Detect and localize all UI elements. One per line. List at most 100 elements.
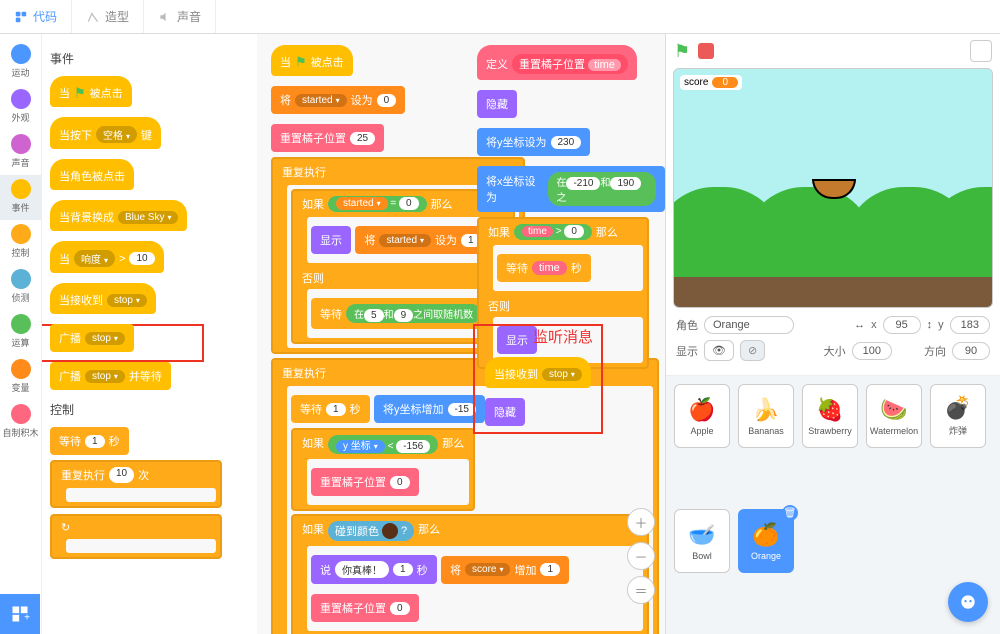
threshold-input[interactable]: 10 <box>129 252 154 265</box>
category-myblocks[interactable]: 自制积木 <box>0 400 41 445</box>
category-events[interactable]: 事件 <box>0 175 41 220</box>
block-repeat[interactable]: 重复执行10次 <box>50 460 222 508</box>
xy-icon: ↔ <box>854 319 865 331</box>
backdrop-dropdown[interactable]: Blue Sky <box>118 211 178 224</box>
zoom-in-button[interactable]: ＋ <box>627 508 655 536</box>
script-forever-2[interactable]: 重复执行 等待1秒 将y坐标增加-15 如果 y 坐标 < -156 那么 重置… <box>271 358 659 634</box>
sprite-thumb-bananas[interactable]: 🍌Bananas <box>738 384 794 448</box>
key-dropdown[interactable]: 空格 <box>96 126 137 143</box>
sound-dot-icon <box>11 134 31 154</box>
category-label: 外观 <box>0 111 41 124</box>
sensor-dropdown[interactable]: 响度 <box>74 250 115 267</box>
message-dropdown[interactable]: stop <box>107 294 147 307</box>
stage-variable-score[interactable]: score 0 <box>680 75 742 90</box>
block-when-backdrop-switches[interactable]: 当背景换成Blue Sky <box>50 200 187 231</box>
script-say[interactable]: 说你真棒！1秒 <box>311 555 437 584</box>
block-when-key-pressed[interactable]: 当按下空格键 <box>50 117 161 149</box>
broadcast-wait-msg-dropdown[interactable]: stop <box>85 370 125 383</box>
color-swatch[interactable] <box>382 523 398 539</box>
repeat-times-input[interactable]: 10 <box>109 467 134 483</box>
script-show-define[interactable]: 显示 <box>497 326 537 354</box>
sprite-size-field[interactable]: 100 <box>852 342 892 360</box>
script-change-score[interactable]: 将score增加1 <box>441 556 569 584</box>
script-set-started-0[interactable]: 将started设为0 <box>271 86 405 114</box>
script-if-y[interactable]: 如果 y 坐标 < -156 那么 重置橘子位置0 <box>291 428 475 511</box>
tab-costumes[interactable]: 造型 <box>72 0 144 33</box>
script-if-time[interactable]: 如果time > 0那么 等待time秒 否则 显示 <box>477 217 649 369</box>
palette-section-control: 控制 <box>50 401 249 418</box>
sprite-icon: 🍊 <box>752 522 779 548</box>
script-when-flag-clicked[interactable]: 当 ⚑ 被点击 <box>271 45 353 76</box>
sprite-thumb-炸弹[interactable]: 💣炸弹 <box>930 384 986 448</box>
script-reset-orange-25[interactable]: 重置橘子位置25 <box>271 124 384 152</box>
block-when-i-receive[interactable]: 当接收到stop <box>50 283 156 314</box>
script-wait-1[interactable]: 等待1秒 <box>291 395 370 423</box>
script-reset-orange-0b[interactable]: 重置橘子位置0 <box>311 594 419 622</box>
category-operators[interactable]: 运算 <box>0 310 41 355</box>
category-looks[interactable]: 外观 <box>0 85 41 130</box>
script-set-x-random[interactable]: 将x坐标设为在-210和190之 <box>477 166 665 212</box>
operator-equals[interactable]: started = 0 <box>328 196 427 212</box>
script-set-started-1[interactable]: 将started设为1 <box>355 226 489 254</box>
tab-code[interactable]: 代码 <box>0 0 72 33</box>
wait-secs-input[interactable]: 1 <box>85 435 105 448</box>
script-wait-time[interactable]: 等待time秒 <box>497 254 591 282</box>
sensing-touching-color[interactable]: 碰到颜色? <box>328 521 414 541</box>
script-workspace[interactable]: 当 ⚑ 被点击 将started设为0 重置橘子位置25 重复执行 如果 sta… <box>257 34 665 634</box>
script-show[interactable]: 显示 <box>311 226 351 254</box>
delete-sprite-button[interactable]: 🗑 <box>782 505 798 521</box>
listener-hide[interactable]: 隐藏 <box>485 398 525 426</box>
block-broadcast[interactable]: 广播stop <box>50 324 134 352</box>
sensing-dot-icon <box>11 269 31 289</box>
sprite-thumb-strawberry[interactable]: 🍓Strawberry <box>802 384 858 448</box>
script-set-y[interactable]: 将y坐标设为230 <box>477 128 590 156</box>
tab-sounds[interactable]: 声音 <box>144 0 216 33</box>
operator-random[interactable]: 在5和9之间取随机数 <box>346 304 481 323</box>
script-hide-define[interactable]: 隐藏 <box>477 90 517 118</box>
var-dropdown[interactable]: started <box>295 94 347 107</box>
green-flag-button[interactable]: ⚑ <box>674 41 690 62</box>
cat-icon <box>958 592 978 612</box>
listener-when-receive[interactable]: 当接收到stop <box>485 357 591 388</box>
broadcast-msg-dropdown[interactable]: stop <box>85 332 125 345</box>
sprite-x-field[interactable]: 95 <box>883 316 921 334</box>
category-control[interactable]: 控制 <box>0 220 41 265</box>
category-label: 变量 <box>0 381 41 394</box>
zoom-out-button[interactable]: － <box>627 542 655 570</box>
script-change-y[interactable]: 将y坐标增加-15 <box>374 395 485 423</box>
sprite-thumb-orange[interactable]: 🍊Orange🗑 <box>738 509 794 573</box>
sprite-y-field[interactable]: 183 <box>950 316 990 334</box>
sprite-thumb-watermelon[interactable]: 🍉Watermelon <box>866 384 922 448</box>
visibility-show-button[interactable]: 👁 <box>704 340 734 361</box>
sprite-direction-field[interactable]: 90 <box>952 342 990 360</box>
costumes-icon <box>86 10 100 24</box>
operator-lt[interactable]: y 坐标 < -156 <box>328 435 438 454</box>
sprite-thumb-apple[interactable]: 🍎Apple <box>674 384 730 448</box>
script-define-hat[interactable]: 定义 重置橘子位置 time <box>477 45 637 80</box>
block-when-flag-clicked[interactable]: 当 ⚑ 被点击 <box>50 76 132 107</box>
block-wait[interactable]: 等待1秒 <box>50 427 129 455</box>
zoom-reset-button[interactable]: ＝ <box>627 576 655 604</box>
listener-msg-dropdown[interactable]: stop <box>542 368 582 381</box>
stop-button[interactable] <box>698 43 714 59</box>
value-input[interactable]: 0 <box>377 94 397 107</box>
script-if-touch-color[interactable]: 如果 碰到颜色? 那么 说你真棒！1秒 将score增加1 重置橘子位置0 <box>291 514 649 634</box>
visibility-hide-button[interactable]: ⊘ <box>740 340 765 361</box>
sprite-thumb-bowl[interactable]: 🥣Bowl <box>674 509 730 573</box>
block-forever-palette[interactable]: ↻ <box>50 514 222 559</box>
block-when-sprite-clicked[interactable]: 当角色被点击 <box>50 159 134 190</box>
category-variables[interactable]: 变量 <box>0 355 41 400</box>
category-sound[interactable]: 声音 <box>0 130 41 175</box>
sprite-name-field[interactable]: Orange <box>704 316 794 334</box>
block-broadcast-and-wait[interactable]: 广播stop并等待 <box>50 362 171 390</box>
script-wait-random[interactable]: 等待 在5和9之间取随机数 秒 <box>311 298 505 329</box>
stage-size-button[interactable] <box>970 40 992 62</box>
add-sprite-button[interactable] <box>948 582 988 622</box>
block-when-greater-than[interactable]: 当响度>10 <box>50 241 164 273</box>
add-extension-button[interactable]: + <box>0 594 40 634</box>
arg-input[interactable]: 25 <box>350 132 375 145</box>
category-sensing[interactable]: 侦测 <box>0 265 41 310</box>
script-reset-orange-0a[interactable]: 重置橘子位置0 <box>311 468 419 496</box>
category-motion[interactable]: 运动 <box>0 40 41 85</box>
stage[interactable]: score 0 <box>673 68 993 308</box>
